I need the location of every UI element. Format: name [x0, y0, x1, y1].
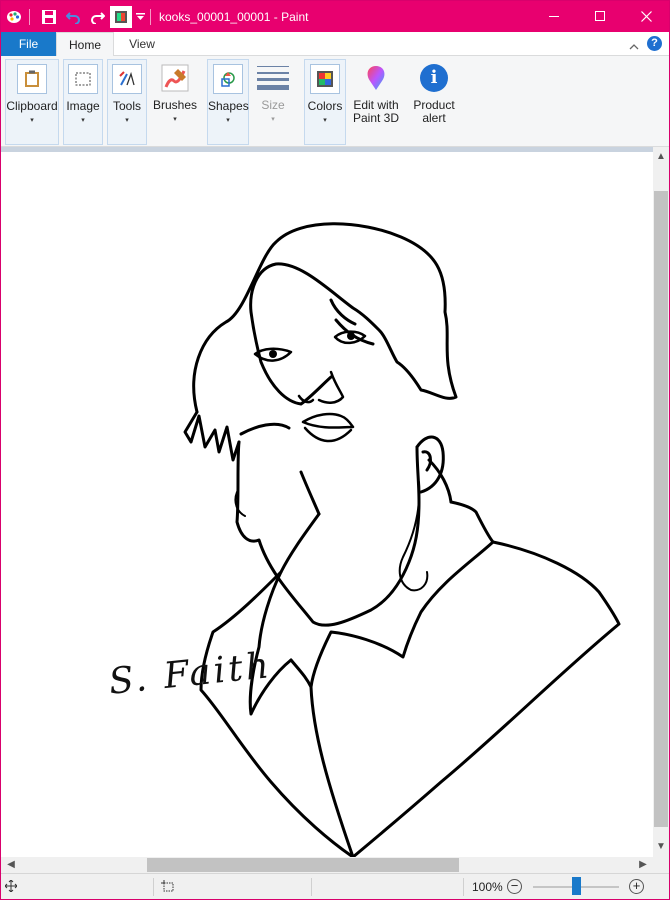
save-icon[interactable] — [38, 6, 60, 28]
hair-strand — [239, 422, 291, 436]
chevron-down-icon: ▾ — [30, 117, 34, 124]
neck-right — [427, 458, 453, 504]
horizontal-scroll-thumb[interactable] — [147, 858, 459, 872]
info-icon: i — [419, 63, 449, 93]
status-divider — [153, 878, 154, 896]
product-alert-button[interactable]: i Product alert — [407, 59, 461, 145]
hair-fringe — [183, 410, 241, 462]
status-bar: 100% − + — [1, 873, 669, 899]
line-art-portrait — [183, 222, 621, 857]
upper-lip — [301, 412, 355, 429]
scroll-right-arrow-icon[interactable]: ▶ — [635, 857, 651, 873]
scroll-up-arrow-icon[interactable]: ▲ — [653, 149, 669, 165]
shapes-icon — [213, 64, 243, 94]
scroll-down-arrow-icon[interactable]: ▼ — [653, 839, 669, 855]
toolbar-separator — [29, 8, 30, 25]
product-alert-label: Product alert — [407, 99, 461, 125]
zoom-out-button[interactable]: − — [507, 879, 522, 894]
zoom-slider-thumb[interactable] — [571, 877, 581, 895]
right-pupil — [347, 332, 355, 340]
left-pupil — [269, 350, 277, 358]
colors-label: Colors — [307, 99, 343, 113]
window-title: kooks_00001_00001 - Paint — [159, 9, 309, 24]
zoom-in-button[interactable]: + — [629, 879, 644, 894]
ribbon: Clipboard ▾ Image ▾ Tools ▾ Brushes ▾ Sh… — [1, 56, 669, 147]
selection-size-icon — [161, 880, 174, 895]
product-label-line1: Product — [413, 98, 455, 112]
brush-icon — [160, 63, 190, 93]
tab-home[interactable]: Home — [56, 32, 114, 57]
brushes-button[interactable]: Brushes ▾ — [151, 59, 199, 145]
collar-tip — [289, 658, 313, 689]
maximize-button[interactable] — [577, 1, 623, 32]
paint3d-label-line2: Paint 3D — [352, 111, 400, 125]
info-icon-glyph: i — [420, 64, 448, 92]
clipboard-label: Clipboard — [6, 99, 58, 113]
paint-window: kooks_00001_00001 - Paint File Home View… — [0, 0, 670, 900]
edit-with-label-line1: Edit with — [353, 98, 399, 112]
shapes-button[interactable]: Shapes ▾ — [207, 59, 249, 145]
help-icon[interactable]: ? — [647, 36, 662, 51]
chevron-down-icon: ▾ — [81, 117, 85, 124]
brushes-label: Brushes — [152, 98, 198, 112]
paint3d-icon — [361, 63, 391, 93]
drawing-canvas[interactable]: S. Faith — [1, 152, 653, 857]
tools-button[interactable]: Tools ▾ — [107, 59, 147, 145]
minimize-button[interactable] — [531, 1, 577, 32]
zoom-level: 100% — [472, 880, 503, 894]
line-size-icon — [256, 63, 290, 93]
size-label: Size — [261, 98, 285, 112]
toolbar-separator — [150, 8, 151, 25]
chevron-down-icon: ▾ — [125, 117, 129, 124]
status-divider — [311, 878, 312, 896]
shirt-right-collar — [309, 500, 495, 689]
shirt-left-body — [199, 570, 355, 857]
tab-file[interactable]: File — [1, 32, 56, 56]
lower-lip — [303, 426, 353, 443]
alert-label-line2: alert — [422, 111, 446, 125]
canvas-workspace[interactable]: S. Faith — [1, 147, 653, 857]
chevron-down-icon: ▾ — [271, 116, 275, 123]
shirt-placket — [309, 685, 355, 857]
hair-outline — [192, 222, 458, 414]
palette-icon — [310, 64, 340, 94]
vertical-scroll-thumb[interactable] — [654, 191, 668, 827]
shapes-label: Shapes — [208, 99, 249, 113]
title-bar: kooks_00001_00001 - Paint — [1, 1, 669, 32]
clipboard-icon — [17, 64, 47, 94]
close-button[interactable] — [623, 1, 669, 32]
image-label: Image — [66, 99, 100, 113]
tools-icon — [112, 64, 142, 94]
face-outline — [235, 440, 421, 627]
window-controls — [531, 1, 669, 32]
select-rectangle-icon — [68, 64, 98, 94]
quick-access-toolbar: kooks_00001_00001 - Paint — [1, 1, 308, 32]
vertical-scrollbar[interactable]: ▲ ▼ — [653, 147, 669, 857]
scrollbar-corner — [653, 857, 669, 873]
edit-with-paint3d-label: Edit with Paint 3D — [349, 99, 403, 125]
redo-icon[interactable] — [86, 6, 108, 28]
scroll-left-arrow-icon[interactable]: ◀ — [3, 857, 19, 873]
chevron-down-icon: ▾ — [173, 116, 177, 123]
edit-with-paint3d-button[interactable]: Edit with Paint 3D — [349, 59, 403, 145]
collapse-ribbon-icon[interactable] — [629, 37, 639, 55]
ribbon-tab-bar: File Home View ? — [1, 32, 669, 57]
undo-icon[interactable] — [62, 6, 84, 28]
chevron-down-icon: ▾ — [323, 117, 327, 124]
cursor-position-icon — [4, 879, 18, 895]
paint-app-icon[interactable] — [3, 6, 25, 28]
status-divider — [463, 878, 464, 896]
customize-dropdown-icon[interactable] — [134, 6, 146, 28]
horizontal-scrollbar[interactable]: ◀ ▶ — [1, 857, 653, 873]
size-button[interactable]: Size ▾ — [253, 59, 293, 145]
clipboard-button[interactable]: Clipboard ▾ — [5, 59, 59, 145]
chevron-down-icon: ▾ — [226, 117, 230, 124]
neck-left — [299, 470, 321, 516]
colors-button[interactable]: Colors ▾ — [304, 59, 346, 145]
color-swatch-icon[interactable] — [110, 5, 132, 28]
tools-label: Tools — [112, 99, 141, 113]
image-button[interactable]: Image ▾ — [63, 59, 103, 145]
tab-view[interactable]: View — [114, 32, 170, 56]
